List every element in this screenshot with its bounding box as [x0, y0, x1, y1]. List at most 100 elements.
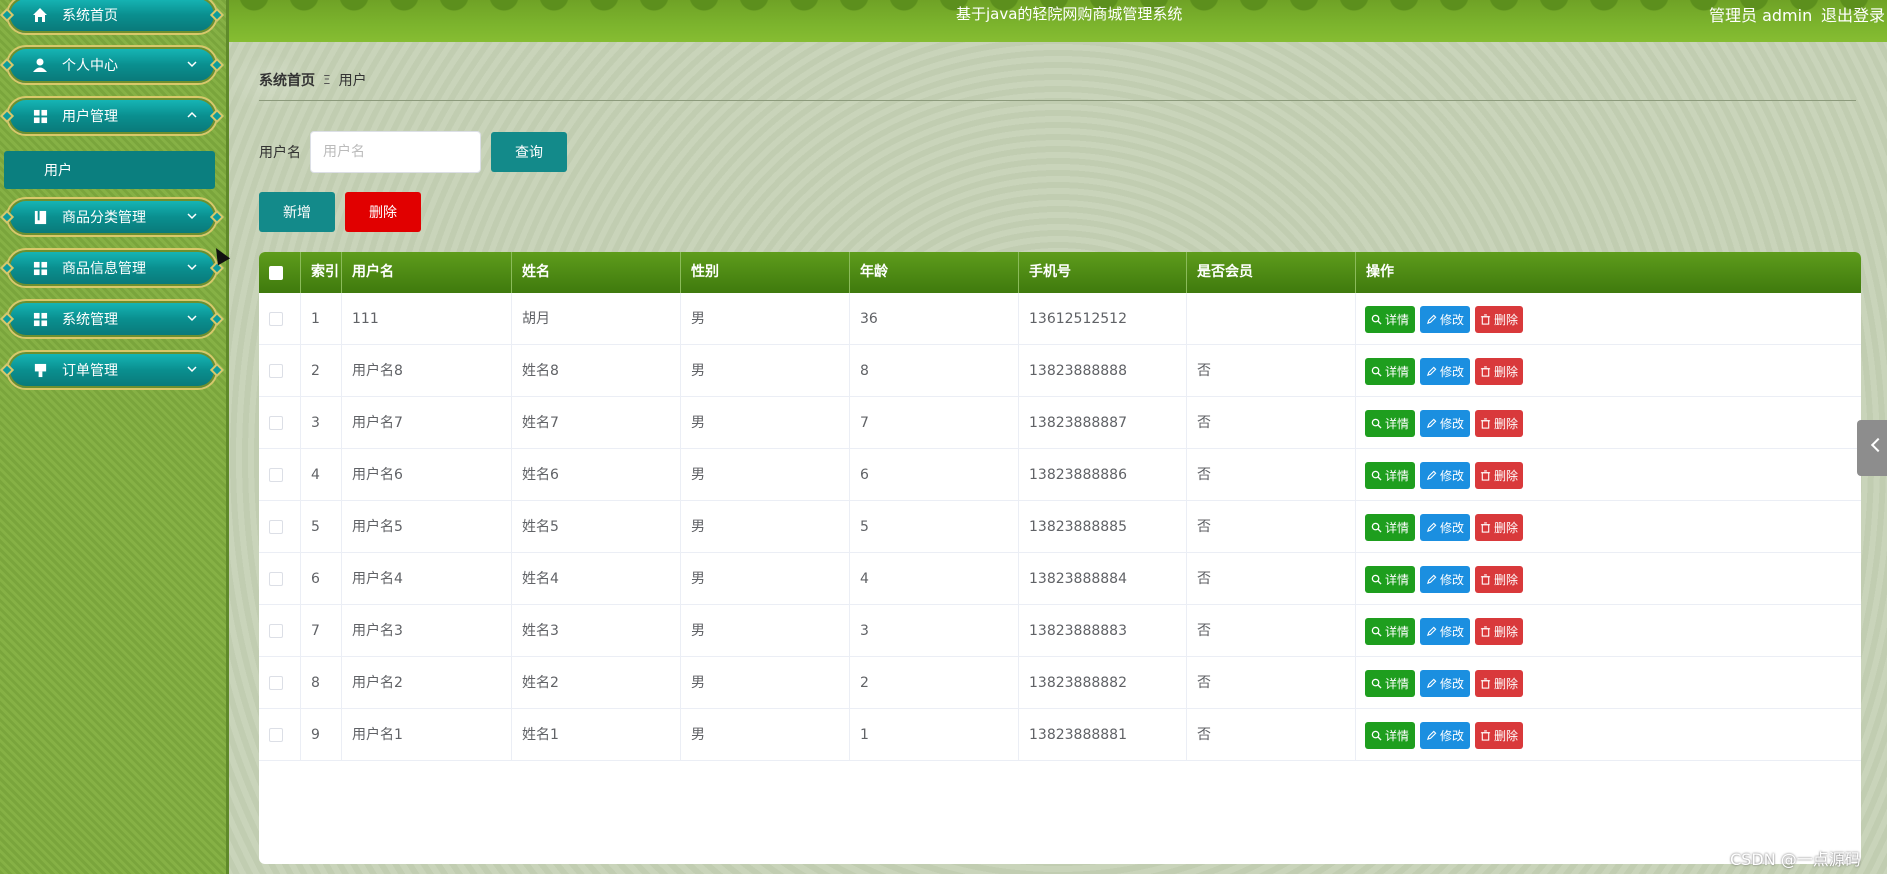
cell-username: 用户名8	[342, 345, 512, 397]
edit-button[interactable]: 修改	[1420, 462, 1470, 489]
column-header-gender: 性别	[681, 252, 850, 293]
edit-button[interactable]: 修改	[1420, 514, 1470, 541]
breadcrumb-home[interactable]: 系统首页	[259, 70, 315, 90]
sidebar-item-personal-center[interactable]: 个人中心	[0, 45, 225, 85]
cell-age: 7	[850, 397, 1019, 449]
remove-button[interactable]: 删除	[1475, 618, 1523, 645]
edit-button[interactable]: 修改	[1420, 670, 1470, 697]
grid-icon	[30, 309, 50, 329]
table-row: 5 用户名5 姓名5 男 5 13823888885 否详情 修改 删除	[259, 501, 1861, 553]
sidebar-item-order-management[interactable]: 订单管理	[0, 350, 225, 390]
row-checkbox[interactable]	[269, 468, 283, 482]
current-user: 管理员 admin	[1709, 6, 1813, 25]
cell-phone: 13823888886	[1019, 449, 1187, 501]
cell-name: 姓名8	[512, 345, 681, 397]
logout-link[interactable]: 退出登录	[1821, 2, 1885, 26]
search-icon	[1371, 418, 1382, 429]
sidebar-item-label: 系统管理	[62, 312, 118, 328]
edit-button[interactable]: 修改	[1420, 358, 1470, 385]
sidebar-item-user-management[interactable]: 用户管理	[0, 96, 225, 136]
row-checkbox[interactable]	[269, 676, 283, 690]
button-label: 删除	[1493, 676, 1518, 691]
cell-index: 2	[301, 345, 342, 397]
cell-age: 6	[850, 449, 1019, 501]
remove-button[interactable]: 删除	[1475, 722, 1523, 749]
grid-icon	[30, 106, 50, 126]
detail-button[interactable]: 详情	[1365, 618, 1415, 645]
cell-index: 1	[301, 293, 342, 345]
cell-actions: 详情 修改 删除	[1356, 397, 1861, 449]
column-header-member: 是否会员	[1187, 252, 1356, 293]
button-label: 修改	[1439, 312, 1464, 327]
search-label: 用户名	[259, 145, 301, 161]
cell-name: 姓名1	[512, 709, 681, 761]
edit-button[interactable]: 修改	[1420, 306, 1470, 333]
edit-button[interactable]: 修改	[1420, 722, 1470, 749]
button-label: 修改	[1439, 520, 1464, 535]
row-checkbox[interactable]	[269, 364, 283, 378]
row-checkbox[interactable]	[269, 520, 283, 534]
remove-button[interactable]: 删除	[1475, 410, 1523, 437]
sidebar-item-product-management[interactable]: 商品信息管理	[0, 248, 225, 288]
collapse-panel-tab[interactable]	[1857, 420, 1887, 476]
home-icon	[30, 5, 50, 25]
button-label: 修改	[1439, 416, 1464, 431]
detail-button[interactable]: 详情	[1365, 566, 1415, 593]
row-checkbox[interactable]	[269, 728, 283, 742]
edit-button[interactable]: 修改	[1420, 410, 1470, 437]
cell-index: 9	[301, 709, 342, 761]
detail-button[interactable]: 详情	[1365, 514, 1415, 541]
table-row: 2 用户名8 姓名8 男 8 13823888888 否 详情 修改 删除	[259, 345, 1861, 397]
chevron-up-icon	[187, 111, 197, 118]
sidebar-item-label: 用户管理	[62, 109, 118, 125]
remove-button[interactable]: 删除	[1475, 306, 1523, 333]
cell-gender: 男	[681, 709, 850, 761]
top-header: 基于java的轻院网购商城管理系统 管理员 admin 退出登录	[229, 0, 1887, 42]
username-search-input[interactable]	[310, 131, 481, 173]
cell-member: 否	[1187, 501, 1356, 553]
remove-button[interactable]: 删除	[1475, 670, 1523, 697]
detail-button[interactable]: 详情	[1365, 306, 1415, 333]
chevron-down-icon	[187, 61, 197, 68]
chevron-down-icon	[187, 213, 197, 220]
cell-select	[259, 501, 301, 553]
table-row: 3 用户名7 姓名7 男 7 13823888887 否 详情 修改 删除	[259, 397, 1861, 449]
query-button[interactable]: 查询	[491, 132, 567, 172]
edit-button[interactable]: 修改	[1420, 566, 1470, 593]
cell-member: 否	[1187, 449, 1356, 501]
remove-button[interactable]: 删除	[1475, 462, 1523, 489]
column-header-phone: 手机号	[1019, 252, 1187, 293]
edit-icon	[1426, 522, 1437, 533]
batch-delete-button[interactable]: 删除	[345, 192, 421, 232]
cell-member: 否	[1187, 345, 1356, 397]
detail-button[interactable]: 详情	[1365, 462, 1415, 489]
cell-gender: 男	[681, 501, 850, 553]
row-checkbox[interactable]	[269, 572, 283, 586]
row-checkbox[interactable]	[269, 416, 283, 430]
edit-button[interactable]: 修改	[1420, 618, 1470, 645]
row-checkbox[interactable]	[269, 624, 283, 638]
sidebar-item-system-management[interactable]: 系统管理	[0, 299, 225, 339]
cell-select	[259, 657, 301, 709]
add-button[interactable]: 新增	[259, 192, 335, 232]
button-label: 删除	[1493, 624, 1518, 639]
row-checkbox[interactable]	[269, 312, 283, 326]
cell-index: 3	[301, 397, 342, 449]
sidebar-item-category-management[interactable]: 商品分类管理	[0, 197, 225, 237]
sidebar-subitem-user[interactable]: 用户	[4, 151, 215, 189]
cell-select	[259, 293, 301, 345]
detail-button[interactable]: 详情	[1365, 670, 1415, 697]
select-all-checkbox[interactable]	[269, 266, 283, 280]
detail-button[interactable]: 详情	[1365, 410, 1415, 437]
grid-icon	[30, 258, 50, 278]
sidebar-item-home[interactable]: 系统首页	[0, 0, 225, 35]
edit-icon	[1426, 730, 1437, 741]
remove-button[interactable]: 删除	[1475, 566, 1523, 593]
cell-actions: 详情 修改 删除	[1356, 709, 1861, 761]
detail-button[interactable]: 详情	[1365, 358, 1415, 385]
cell-member: 否	[1187, 553, 1356, 605]
remove-button[interactable]: 删除	[1475, 514, 1523, 541]
detail-button[interactable]: 详情	[1365, 722, 1415, 749]
cell-name: 姓名7	[512, 397, 681, 449]
remove-button[interactable]: 删除	[1475, 358, 1523, 385]
